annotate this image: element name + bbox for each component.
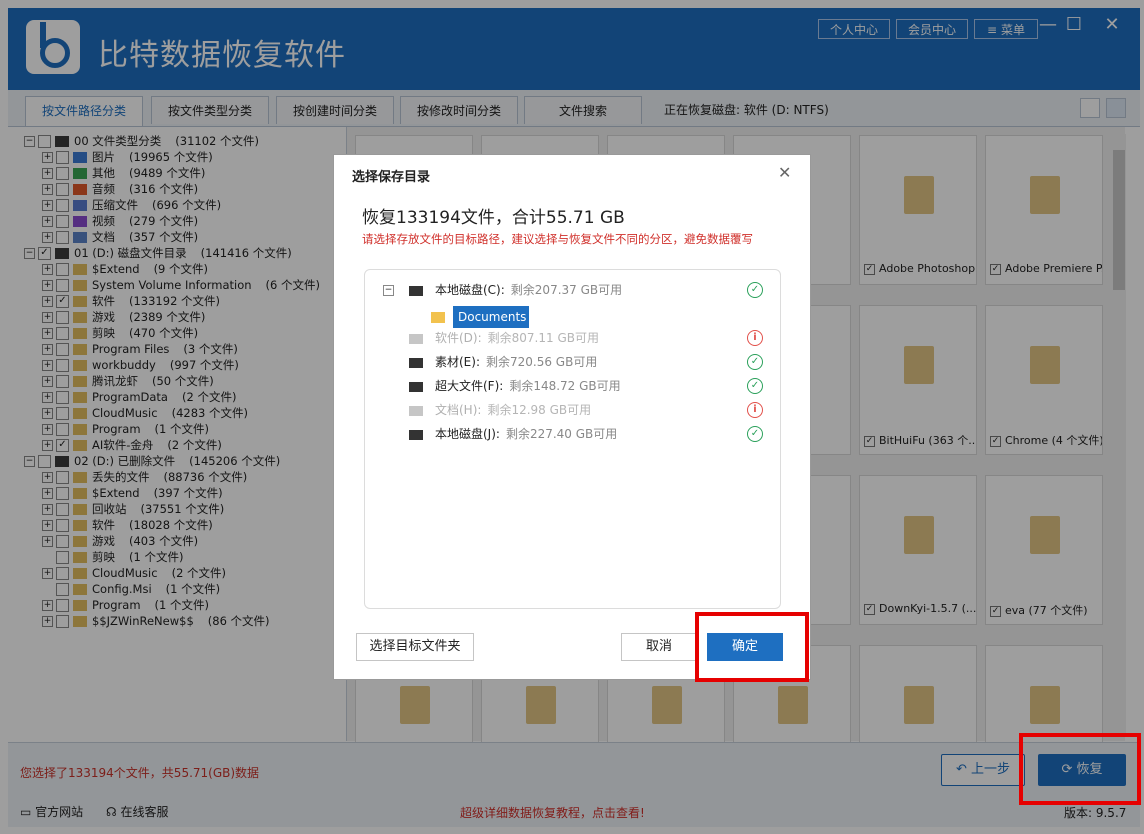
drive-row[interactable]: 本地磁盘(C): 剩余207.37 GB可用: [409, 280, 622, 300]
save-directory-dialog: 选择保存目录 ✕ 恢复133194文件，合计55.71 GB 请选择存放文件的目…: [333, 154, 811, 680]
drive-name: 超大文件(F):: [435, 379, 504, 393]
check-circle-icon: ✓: [747, 282, 763, 298]
drive-row[interactable]: 文档(H): 剩余12.98 GB可用: [409, 400, 591, 420]
drive-free-space: 剩余148.72 GB可用: [509, 379, 621, 393]
drive-icon: [409, 285, 423, 296]
highlight-box-recover: [1019, 733, 1141, 805]
dialog-warning: 请选择存放文件的目标路径，建议选择与恢复文件不同的分区，避免数据覆写: [362, 232, 753, 246]
drive-free-space: 剩余207.37 GB可用: [510, 283, 623, 297]
highlight-box-confirm: [695, 612, 809, 682]
drive-name: 本地磁盘(J):: [435, 427, 500, 441]
choose-target-folder-button[interactable]: 选择目标文件夹: [356, 633, 474, 661]
drive-list: − Documents 本地磁盘(C): 剩余207.37 GB可用 ✓ 软件(D):…: [364, 269, 781, 609]
drive-icon: [409, 405, 423, 416]
folder-documents[interactable]: Documents: [431, 306, 529, 328]
dialog-heading: 恢复133194文件，合计55.71 GB: [362, 208, 625, 228]
folder-documents-label: Documents: [458, 310, 527, 324]
drive-free-space: 剩余12.98 GB可用: [487, 403, 592, 417]
drive-row[interactable]: 素材(E): 剩余720.56 GB可用: [409, 352, 597, 372]
drive-name: 软件(D):: [435, 331, 482, 345]
drive-name: 素材(E):: [435, 355, 480, 369]
drive-name: 文档(H):: [435, 403, 482, 417]
folder-icon: [431, 312, 445, 323]
drive-icon: [409, 333, 423, 344]
drive-row[interactable]: 软件(D): 剩余807.11 GB可用: [409, 328, 599, 348]
warning-circle-icon: i: [747, 402, 763, 418]
drive-icon: [409, 381, 423, 392]
drive-row[interactable]: 超大文件(F): 剩余148.72 GB可用: [409, 376, 621, 396]
drive-free-space: 剩余807.11 GB可用: [487, 331, 599, 345]
drive-free-space: 剩余227.40 GB可用: [505, 427, 618, 441]
check-circle-icon: ✓: [747, 378, 763, 394]
drive-row[interactable]: 本地磁盘(J): 剩余227.40 GB可用: [409, 424, 617, 444]
check-circle-icon: ✓: [747, 354, 763, 370]
drive-icon: [409, 429, 423, 440]
check-circle-icon: ✓: [747, 426, 763, 442]
drive-name: 本地磁盘(C):: [435, 283, 505, 297]
drive-collapse-icon[interactable]: −: [383, 285, 394, 296]
drive-free-space: 剩余720.56 GB可用: [486, 355, 598, 369]
dialog-title: 选择保存目录: [352, 170, 431, 185]
cancel-button[interactable]: 取消: [621, 633, 697, 661]
dialog-close-icon[interactable]: ✕: [778, 163, 791, 182]
warning-circle-icon: i: [747, 330, 763, 346]
drive-icon: [409, 357, 423, 368]
